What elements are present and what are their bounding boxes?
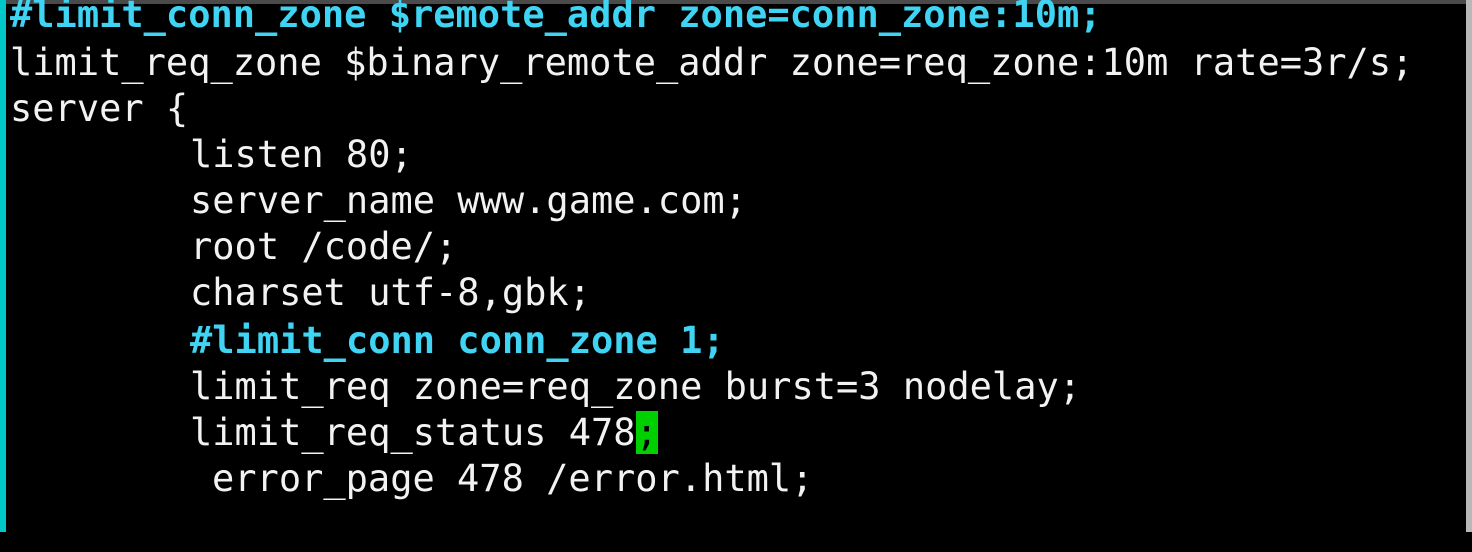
code-line-2: limit_req_zone $binary_remote_addr zone=… bbox=[10, 41, 1414, 84]
code-line-5: server_name www.game.com; bbox=[190, 179, 747, 222]
code-line-6: root /code/; bbox=[190, 225, 458, 268]
code-line-9: limit_req zone=req_zone burst=3 nodelay; bbox=[190, 365, 1082, 408]
code-line-7: charset utf-8,gbk; bbox=[190, 271, 591, 314]
code-line-4: listen 80; bbox=[190, 133, 413, 176]
code-line-11: error_page 478 /error.html; bbox=[212, 457, 814, 500]
code-line-1: #limit_conn_zone $remote_addr zone=conn_… bbox=[10, 0, 1102, 36]
code-line-8: #limit_conn conn_zone 1; bbox=[190, 319, 725, 362]
code-line-10: limit_req_status 478; bbox=[190, 410, 658, 456]
text-cursor: ; bbox=[635, 411, 658, 454]
terminal-viewport[interactable]: #limit_conn_zone $remote_addr zone=conn_… bbox=[0, 0, 1466, 532]
code-line-10-text: limit_req_status 478 bbox=[190, 411, 636, 454]
code-line-3: server { bbox=[10, 87, 189, 130]
scrollbar-edge[interactable] bbox=[1466, 0, 1472, 532]
